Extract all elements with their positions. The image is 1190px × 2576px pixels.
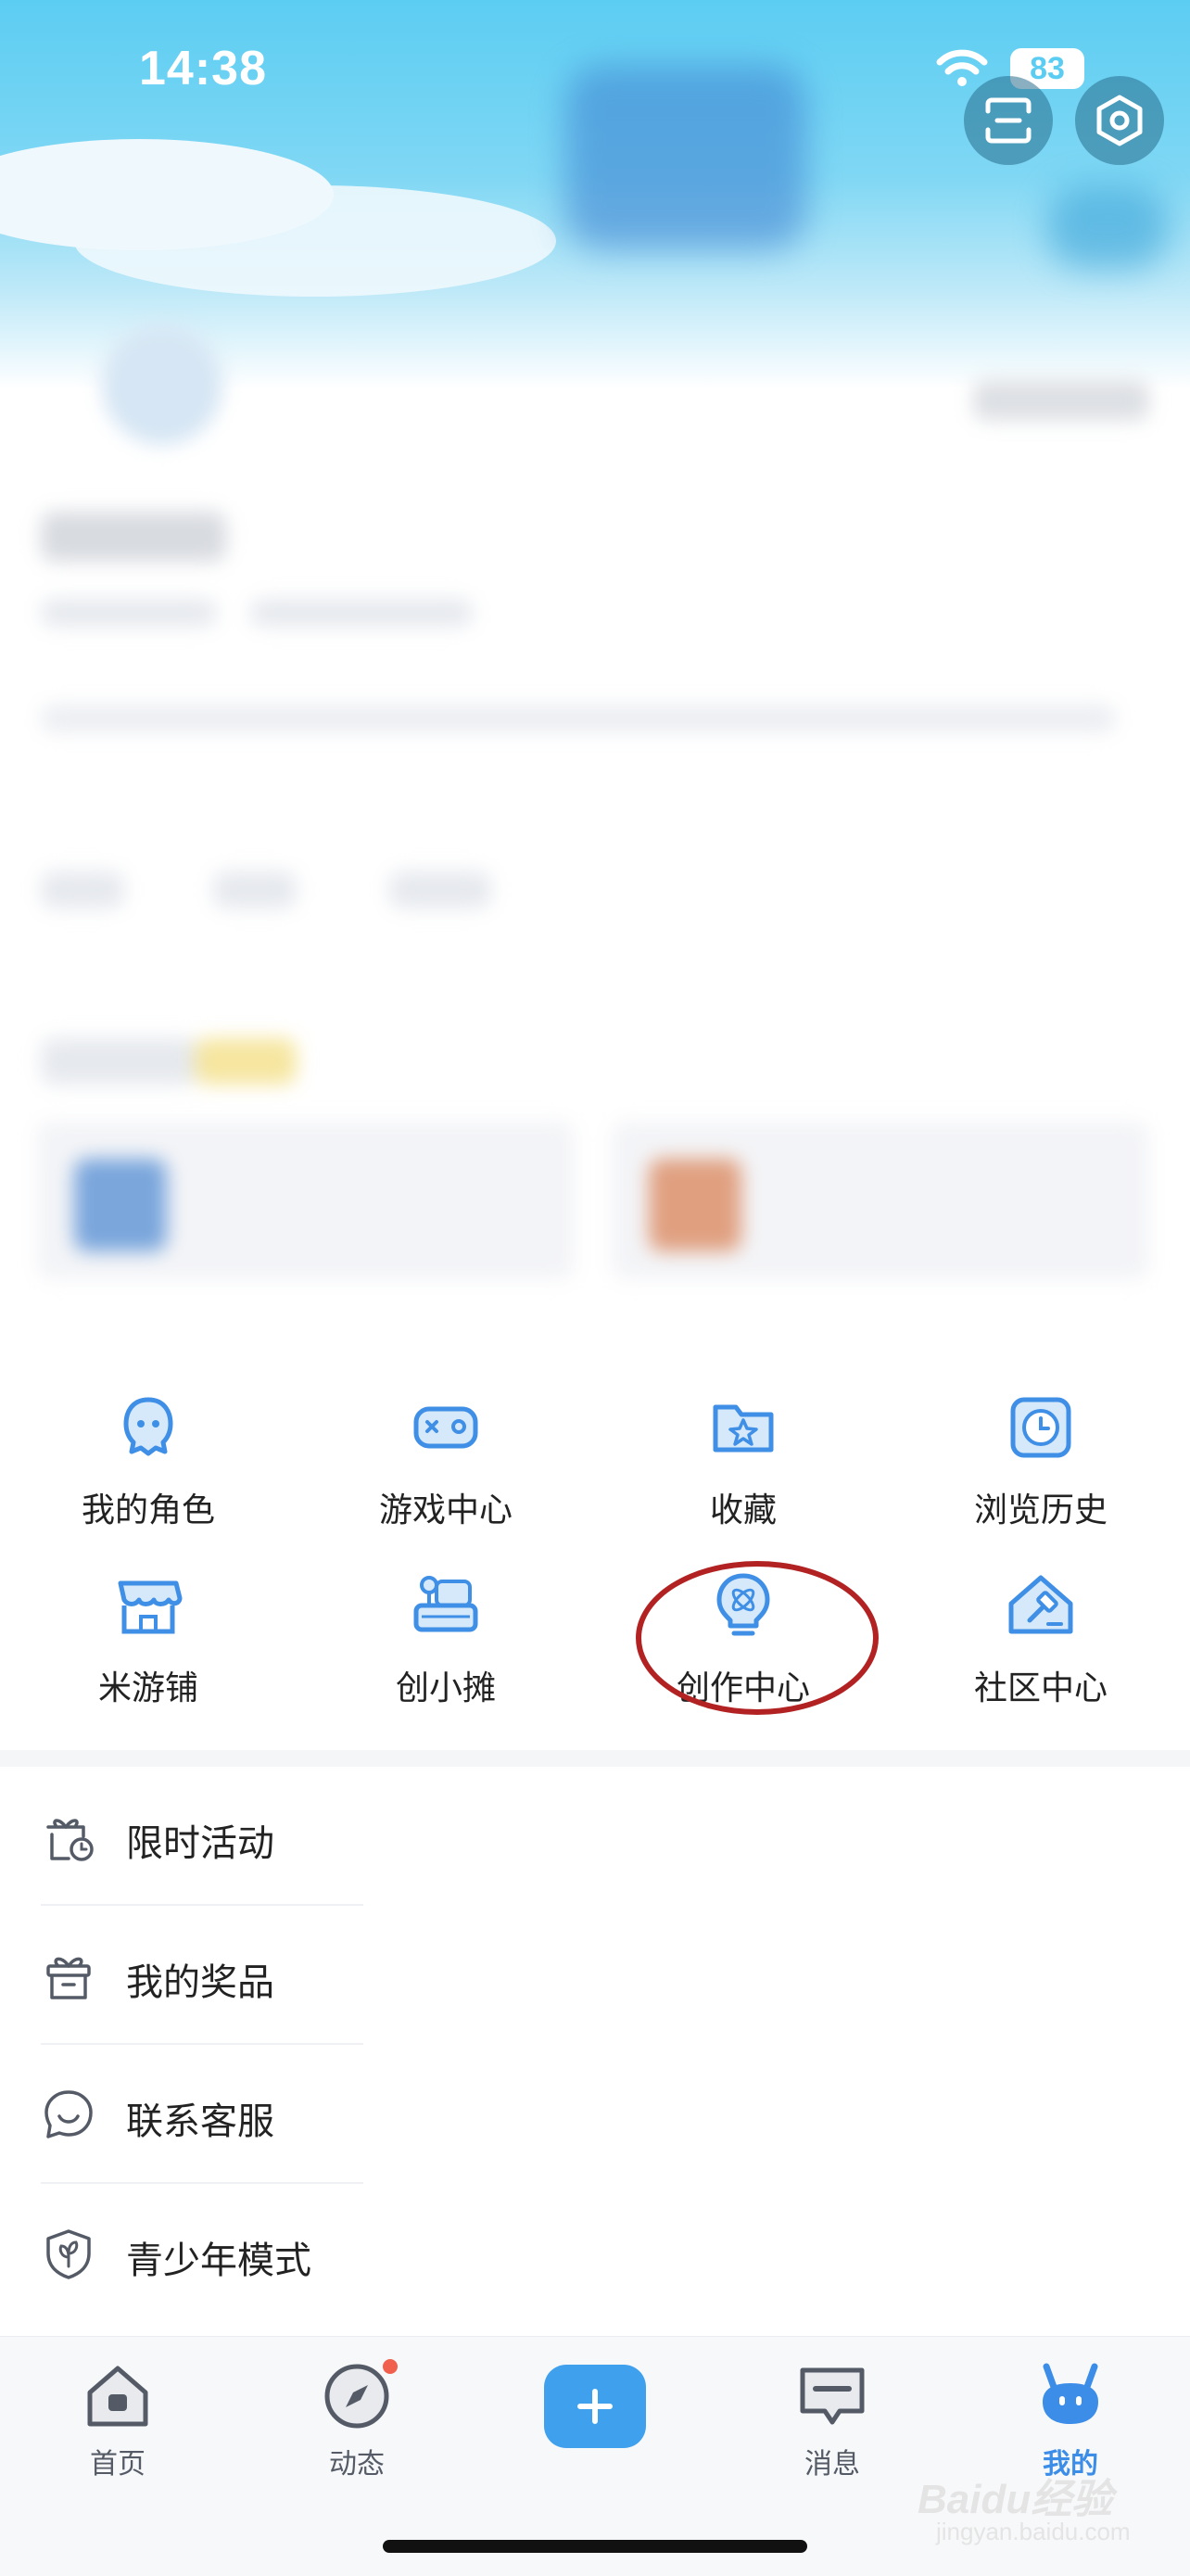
grid-label: 创小摊 [395, 1669, 496, 1707]
profile-info-blurred [0, 306, 1190, 1335]
username [41, 512, 226, 562]
grid-browse-history[interactable]: 浏览历史 [892, 1390, 1189, 1557]
folder-star-icon [713, 1404, 774, 1453]
home-indicator [383, 2540, 807, 2553]
home-icon [87, 2366, 148, 2427]
scan-icon [985, 97, 1032, 144]
grid-my-characters[interactable]: 我的角色 [0, 1390, 297, 1557]
grid-label: 游戏中心 [378, 1491, 513, 1529]
header-mascot-art [1047, 185, 1168, 269]
notification-dot [383, 2359, 398, 2374]
settings-hex-icon [1096, 95, 1143, 146]
grid-community-center[interactable]: 社区中心 [892, 1568, 1189, 1735]
list-item-label: 限时活动 [126, 1822, 274, 1865]
grid-label: 社区中心 [973, 1669, 1108, 1707]
watermark-url: jingyan.baidu.com [936, 2518, 1131, 2545]
function-grid: 我的角色 游戏中心 收藏 浏览历史 米游铺 创小摊 创作中心 社区中心 [0, 1344, 1190, 1743]
watermark-brand: Baidu经验 [918, 2477, 1113, 2522]
grid-label: 我的角色 [81, 1491, 215, 1529]
annotation-circle [636, 1561, 879, 1715]
header-character-art [565, 65, 806, 250]
grid-label: 浏览历史 [973, 1491, 1108, 1529]
stat-likes [389, 871, 491, 908]
grid-game-center[interactable]: 游戏中心 [298, 1390, 594, 1557]
edit-profile-button [973, 380, 1149, 421]
section-badge [195, 1038, 297, 1085]
message-icon [800, 2367, 865, 2425]
tab-mine[interactable]: 我的 [1006, 2359, 1135, 2481]
user-tags [41, 704, 1116, 732]
section-title [41, 1038, 198, 1085]
section-separator [0, 1750, 1190, 1767]
user-bio [250, 599, 473, 627]
gift-box-icon [46, 1957, 91, 1999]
post-button[interactable] [544, 2365, 646, 2448]
tab-home[interactable]: 首页 [53, 2359, 183, 2481]
tab-feed[interactable]: 动态 [292, 2359, 422, 2481]
user-id [41, 599, 217, 627]
tab-label: 动态 [329, 2448, 385, 2481]
chat-smile-icon [44, 2090, 93, 2138]
grid-miyou-shop[interactable]: 米游铺 [0, 1568, 297, 1735]
tab-label: 首页 [90, 2448, 146, 2481]
avatar [102, 324, 222, 445]
grid-label: 米游铺 [97, 1669, 198, 1707]
list-item-my-prizes[interactable]: 我的奖品 [0, 1906, 1190, 2045]
card-right-thumb [649, 1159, 741, 1251]
list-item-label: 我的奖品 [126, 1961, 274, 2004]
menu-list: 限时活动 我的奖品 联系客服 青少年模式 [0, 1767, 1190, 2323]
grid-label: 收藏 [709, 1491, 777, 1529]
tab-label: 消息 [804, 2448, 860, 2481]
list-item-limited-events[interactable]: 限时活动 [0, 1767, 1190, 1906]
community-house-icon [1008, 1575, 1073, 1634]
gamepad-icon [413, 1406, 478, 1449]
list-item-label: 青少年模式 [126, 2240, 311, 2282]
scan-button[interactable] [964, 76, 1053, 165]
character-icon [123, 1397, 173, 1456]
stat-following [41, 871, 124, 908]
grid-create-stall[interactable]: 创小摊 [298, 1568, 594, 1735]
grid-favorites[interactable]: 收藏 [595, 1390, 892, 1557]
list-item-label: 联系客服 [126, 2100, 274, 2143]
bunny-ears-icon [1043, 2363, 1098, 2424]
wifi-icon [936, 49, 988, 86]
list-item-customer-service[interactable]: 联系客服 [0, 2045, 1190, 2184]
status-time: 14:38 [139, 42, 267, 95]
plus-icon [577, 2389, 613, 2424]
clock-icon [1010, 1397, 1071, 1458]
stall-icon [413, 1576, 478, 1632]
stat-fans [213, 871, 297, 908]
gift-clock-icon [46, 1819, 94, 1861]
tab-messages[interactable]: 消息 [767, 2359, 897, 2481]
shield-leaf-icon [46, 2229, 91, 2279]
list-item-teen-mode[interactable]: 青少年模式 [0, 2184, 1190, 2323]
card-left-thumb [74, 1159, 167, 1251]
header-cloud [74, 185, 556, 297]
compass-icon [324, 2364, 389, 2429]
store-icon [118, 1580, 183, 1634]
settings-button[interactable] [1075, 76, 1164, 165]
